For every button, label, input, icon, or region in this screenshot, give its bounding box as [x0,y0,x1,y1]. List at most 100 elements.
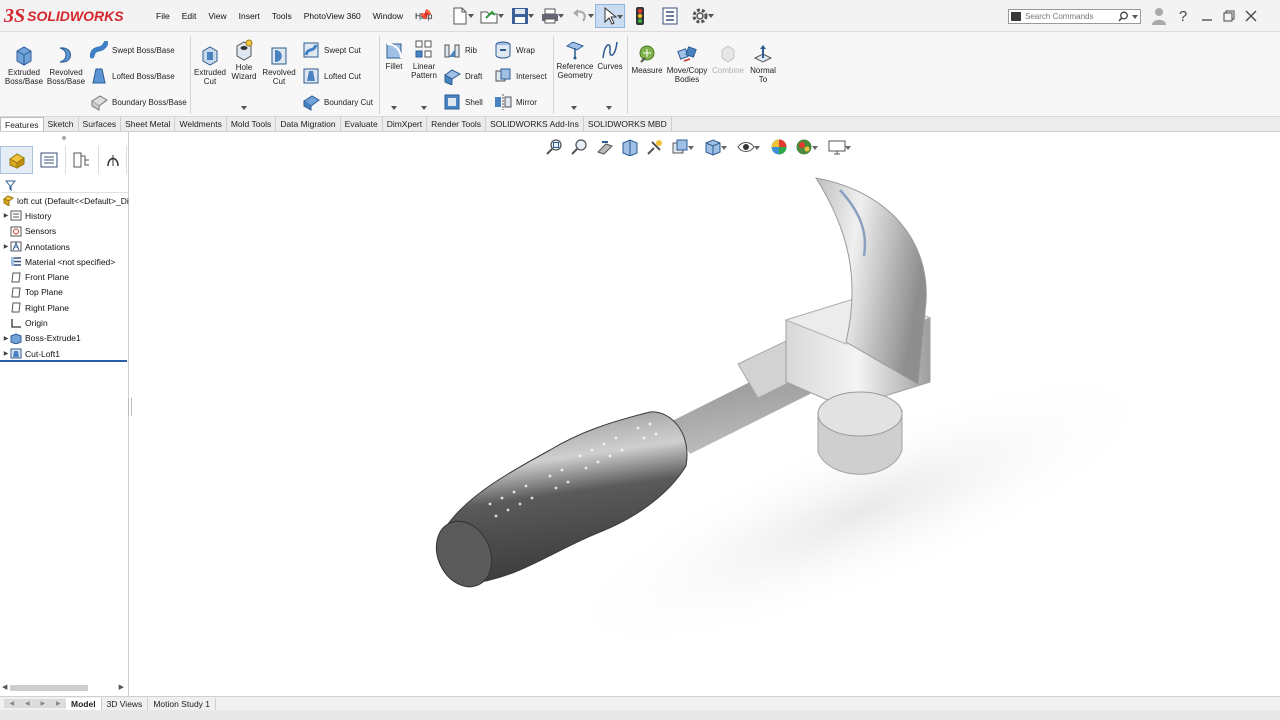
tab-dimxpert-manager[interactable] [99,146,127,174]
restore-icon[interactable] [1218,5,1240,27]
move-copy-bodies-button[interactable]: Move/Copy Bodies [666,44,708,84]
tree-filter[interactable] [2,179,128,193]
curves-button[interactable]: Curves [597,40,623,71]
search-commands-field[interactable]: Search Commands [1008,9,1141,24]
rollback-bar[interactable] [0,360,127,362]
lofted-boss-button[interactable]: Lofted Boss/Base [90,67,175,85]
tab-weldments[interactable]: Weldments [175,117,227,131]
tab-solidworks-mbd[interactable]: SOLIDWORKS MBD [584,117,672,131]
measure-button[interactable]: Measure [630,44,664,75]
tab-render-tools[interactable]: Render Tools [427,117,487,131]
solidworks-logo[interactable]: 3S SOLIDWORKS [4,3,124,29]
rib-button[interactable]: Rib [443,41,477,59]
tab-mold-tools[interactable]: Mold Tools [227,117,277,131]
boundary-cut-button[interactable]: Boundary Cut [302,93,373,111]
search-scope-icon[interactable] [1011,12,1021,21]
options-button[interactable] [685,4,715,28]
fillet-button[interactable]: Fillet [382,40,406,71]
prev-tab-icon[interactable]: ◀ [25,700,30,707]
boundary-boss-button[interactable]: Boundary Boss/Base [90,93,187,111]
scrollbar-thumb[interactable] [10,685,88,691]
tree-item-top-plane[interactable]: Top Plane [0,285,129,300]
first-tab-icon[interactable]: ◀ [9,700,14,707]
tab-sheet-metal[interactable]: Sheet Metal [121,117,176,131]
hammer-model[interactable] [130,132,1280,696]
tree-item-annotations[interactable]: ▶ Annotations [0,239,129,254]
extruded-cut-button[interactable]: Extruded Cut [193,44,227,86]
tab-sketch[interactable]: Sketch [44,117,79,131]
tree-item-material[interactable]: Material <not specified> [0,254,129,269]
save-button[interactable] [505,4,535,28]
minimize-icon[interactable] [1196,5,1218,27]
rebuild-button[interactable] [625,4,655,28]
select-button[interactable] [595,4,625,28]
tree-item-origin[interactable]: Origin [0,315,129,330]
extruded-boss-button[interactable]: Extruded Boss/Base [4,44,44,86]
hole-wizard-button[interactable]: Hole Wizard [229,39,259,81]
fillet-dropdown-icon[interactable] [391,106,397,110]
swept-boss-button[interactable]: Swept Boss/Base [90,41,175,59]
panel-grip[interactable] [62,136,66,140]
linear-pattern-dropdown-icon[interactable] [421,106,427,110]
shell-button[interactable]: Shell [443,93,483,111]
tree-horizontal-scrollbar[interactable]: ◀ ▶ [2,684,124,692]
tab-features[interactable]: Features [0,117,44,131]
undo-button[interactable] [565,4,595,28]
normal-to-button[interactable]: Normal To [748,44,778,84]
help-icon[interactable]: ? [1170,5,1196,27]
scroll-left-icon[interactable]: ◀ [2,683,7,691]
tree-item-right-plane[interactable]: Right Plane [0,300,129,315]
next-tab-icon[interactable]: ▶ [40,700,45,707]
scroll-right-icon[interactable]: ▶ [119,683,124,691]
menu-tools[interactable]: Tools [266,10,298,22]
last-tab-icon[interactable]: ▶ [56,700,61,707]
close-icon[interactable] [1240,5,1262,27]
mirror-button[interactable]: Mirror [494,93,537,111]
revolved-cut-button[interactable]: Revolved Cut [262,44,296,86]
combine-button[interactable]: Combine [710,44,746,75]
menu-file[interactable]: File [150,10,176,22]
expand-arrow-icon[interactable]: ▶ [2,335,10,342]
tree-item-history[interactable]: ▶ History [0,208,129,223]
tree-item-front-plane[interactable]: Front Plane [0,269,129,284]
revolved-boss-button[interactable]: Revolved Boss/Base [46,44,86,86]
menu-window[interactable]: Window [367,10,409,22]
pin-icon[interactable]: 📌 [418,9,432,22]
open-button[interactable] [475,4,505,28]
print-button[interactable] [535,4,565,28]
user-account-icon[interactable] [1148,5,1170,27]
graphics-area[interactable] [130,132,1280,696]
tree-item-cut-loft1[interactable]: ▶ Cut-Loft1 [0,346,129,361]
search-dropdown-icon[interactable] [1132,15,1138,19]
panel-splitter-handle[interactable] [128,398,132,416]
tab-configuration-manager[interactable] [66,146,99,174]
lofted-cut-button[interactable]: Lofted Cut [302,67,361,85]
menu-photoview[interactable]: PhotoView 360 [298,10,367,22]
menu-insert[interactable]: Insert [233,10,266,22]
tree-item-boss-extrude1[interactable]: ▶ Boss-Extrude1 [0,331,129,346]
intersect-button[interactable]: Intersect [494,67,547,85]
tab-surfaces[interactable]: Surfaces [79,117,122,131]
menu-edit[interactable]: Edit [176,10,203,22]
tab-property-manager[interactable] [33,146,66,174]
tab-data-migration[interactable]: Data Migration [276,117,341,131]
linear-pattern-button[interactable]: Linear Pattern [409,40,439,80]
hole-wizard-dropdown-icon[interactable] [241,106,247,110]
tab-solidworks-add-ins[interactable]: SOLIDWORKS Add-Ins [486,117,584,131]
new-document-button[interactable] [445,4,475,28]
tab-motion-study-1[interactable]: Motion Study 1 [148,697,217,710]
curves-dropdown-icon[interactable] [606,106,612,110]
tab-model[interactable]: Model [66,697,102,710]
tree-root-part[interactable]: loft cut (Default<<Default>_Di [0,193,129,208]
draft-button[interactable]: Draft [443,67,482,85]
wrap-button[interactable]: Wrap [494,41,535,59]
swept-cut-button[interactable]: Swept Cut [302,41,361,59]
tab-3d-views[interactable]: 3D Views [102,697,149,710]
tab-dimxpert[interactable]: DimXpert [383,117,428,131]
menu-view[interactable]: View [202,10,232,22]
search-icon[interactable] [1118,11,1128,24]
expand-arrow-icon[interactable]: ▶ [2,350,10,357]
tab-evaluate[interactable]: Evaluate [341,117,383,131]
expand-arrow-icon[interactable]: ▶ [2,212,10,219]
reference-geometry-dropdown-icon[interactable] [571,106,577,110]
